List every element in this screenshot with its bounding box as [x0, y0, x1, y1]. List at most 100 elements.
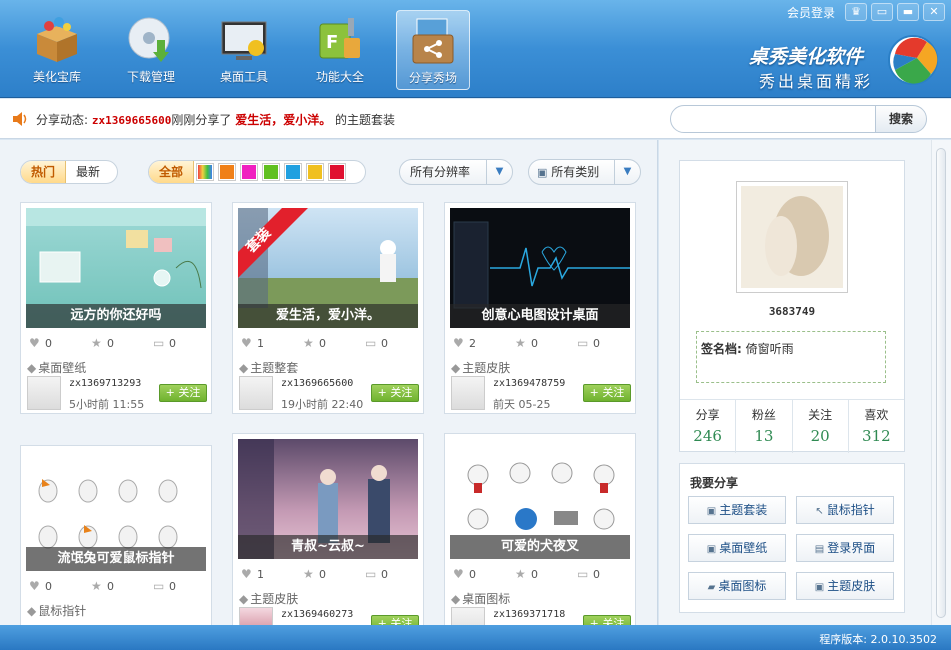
share-card[interactable]: 可爱的犬夜叉 ♥ 0 ★ 0 ▭ 0 ◆ 桌面图标 zx1369371718 + 关注	[444, 433, 636, 625]
star-stat[interactable]: ★ 0	[515, 568, 538, 581]
share-login-screen-button[interactable]: ▤ 登录界面	[796, 534, 894, 562]
comment-icon: ▭	[577, 567, 589, 581]
sort-hot-tab[interactable]: 热门	[21, 161, 67, 183]
search-button[interactable]: 搜索	[875, 105, 927, 133]
follow-button[interactable]: + 关注	[371, 384, 419, 402]
card-username[interactable]: zx1369478759	[493, 378, 565, 389]
card-thumbnail[interactable]: 创意心电图设计桌面	[450, 208, 630, 328]
skin-icon[interactable]: ♛	[845, 3, 867, 21]
card-thumbnail[interactable]: 青叔~云叔~	[238, 439, 418, 559]
feedback-icon[interactable]: ▭	[871, 3, 893, 21]
nav-share-show[interactable]: 分享秀场	[396, 10, 470, 90]
stat-likes[interactable]: 喜欢 312	[849, 400, 904, 453]
search-input[interactable]	[670, 105, 876, 133]
nav-label: 分享秀场	[408, 71, 457, 85]
close-icon[interactable]: ✕	[923, 3, 945, 21]
color-swatch-yellow[interactable]	[306, 163, 325, 181]
nav-treasure[interactable]: 美化宝库	[20, 10, 94, 90]
like-stat[interactable]: ♥ 0	[29, 337, 52, 350]
color-all-tab[interactable]: 全部	[149, 161, 195, 183]
avatar[interactable]	[451, 376, 485, 410]
star-stat[interactable]: ★ 0	[303, 568, 326, 581]
card-username[interactable]: zx1369713293	[69, 378, 141, 389]
share-card[interactable]: 流氓兔可爱鼠标指针 ♥ 0 ★ 0 ▭ 0 ◆ 鼠标指针	[20, 445, 212, 625]
card-thumbnail[interactable]: 套装 爱生活，爱小洋。	[238, 208, 418, 328]
comment-stat[interactable]: ▭ 0	[365, 568, 388, 581]
follow-button[interactable]: + 关注	[583, 384, 631, 402]
stat-value: 20	[810, 427, 830, 445]
comment-stat[interactable]: ▭ 0	[153, 580, 176, 593]
color-swatch-pink[interactable]	[240, 163, 259, 181]
share-desktop-icons-button[interactable]: ▰ 桌面图标	[688, 572, 786, 600]
stat-fans[interactable]: 粉丝 13	[736, 400, 793, 453]
minimize-icon[interactable]: ▬	[897, 3, 919, 21]
profile-avatar[interactable]	[736, 181, 848, 293]
color-swatch-green[interactable]	[262, 163, 281, 181]
sort-new-tab[interactable]: 最新	[66, 161, 110, 183]
share-wallpaper-button[interactable]: ▣ 桌面壁纸	[688, 534, 786, 562]
color-swatch-red[interactable]	[328, 163, 347, 181]
card-caption: 流氓兔可爱鼠标指针	[26, 547, 206, 571]
color-swatch-multi[interactable]	[196, 163, 215, 181]
chevron-down-icon: ▼	[614, 160, 640, 184]
avatar[interactable]	[239, 607, 273, 625]
nav-features[interactable]: F 功能大全	[303, 10, 377, 90]
comment-stat[interactable]: ▭ 0	[577, 568, 600, 581]
avatar[interactable]	[451, 607, 485, 625]
like-stat[interactable]: ♥ 1	[241, 568, 264, 581]
avatar[interactable]	[27, 376, 61, 410]
share-skin-button[interactable]: ▣ 主题皮肤	[796, 572, 894, 600]
like-stat[interactable]: ♥ 1	[241, 337, 264, 350]
card-username[interactable]: zx1369460273	[281, 609, 353, 620]
scrollbar-thumb[interactable]	[936, 148, 946, 618]
nav-desktop-tools[interactable]: 桌面工具	[207, 10, 281, 90]
comment-stat[interactable]: ▭ 0	[365, 337, 388, 350]
like-count: 0	[45, 337, 52, 350]
comment-stat[interactable]: ▭ 0	[153, 337, 176, 350]
user-sidebar: 3683749 签名档: 倚窗听雨 分享 246 粉丝 13 关注 20 喜欢 312 …	[659, 140, 931, 625]
share-card[interactable]: 套装 爱生活，爱小洋。 ♥ 1 ★ 0 ▭ 0 ◆ 主题整套 zx1369665600 …	[232, 202, 424, 414]
follow-button[interactable]: + 关注	[159, 384, 207, 402]
stat-shares[interactable]: 分享 246	[680, 400, 737, 453]
star-stat[interactable]: ★ 0	[91, 337, 114, 350]
star-stat[interactable]: ★ 0	[515, 337, 538, 350]
share-theme-link[interactable]: 爱生活，爱小洋。	[235, 113, 331, 127]
scrollbar[interactable]	[931, 140, 951, 625]
share-cursor-button[interactable]: ↖ 鼠标指针	[796, 496, 894, 524]
nav-download[interactable]: 下载管理	[114, 10, 188, 90]
like-stat[interactable]: ♥ 0	[29, 580, 52, 593]
star-icon: ★	[303, 567, 314, 581]
comment-stat[interactable]: ▭ 0	[577, 337, 600, 350]
share-card[interactable]: 青叔~云叔~ ♥ 1 ★ 0 ▭ 0 ◆ 主题皮肤 zx1369460273 + 关注	[232, 433, 424, 625]
like-stat[interactable]: ♥ 2	[453, 337, 476, 350]
avatar[interactable]	[239, 376, 273, 410]
color-swatch-orange[interactable]	[218, 163, 237, 181]
wallpaper-icon: ▣	[706, 544, 717, 555]
star-stat[interactable]: ★ 0	[303, 337, 326, 350]
share-user-link[interactable]: zx1369665600	[92, 114, 171, 127]
card-thumbnail[interactable]: 远方的你还好吗	[26, 208, 206, 328]
status-bar: 程序版本: 2.0.10.3502	[0, 625, 951, 650]
signature-text: 倚窗听雨	[745, 342, 794, 356]
card-username[interactable]: zx1369371718	[493, 609, 565, 620]
share-card[interactable]: 远方的你还好吗 ♥ 0 ★ 0 ▭ 0 ◆ 桌面壁纸 zx1369713293 5小时前…	[20, 202, 212, 414]
color-swatch-blue[interactable]	[284, 163, 303, 181]
member-login-link[interactable]: 会员登录	[787, 4, 835, 21]
stat-value: 13	[754, 427, 774, 445]
like-stat[interactable]: ♥ 0	[453, 568, 476, 581]
follow-label: 关注	[602, 386, 625, 399]
card-thumbnail[interactable]: 可爱的犬夜叉	[450, 439, 630, 559]
share-theme-suite-button[interactable]: ▣ 主题套装	[688, 496, 786, 524]
resolution-value: 所有分辨率	[410, 165, 471, 179]
card-username[interactable]: zx1369665600	[281, 378, 353, 389]
follow-button[interactable]: + 关注	[371, 615, 419, 625]
category-dropdown[interactable]: ▣ 所有类别 ▼	[528, 159, 641, 185]
share-card[interactable]: 创意心电图设计桌面 ♥ 2 ★ 0 ▭ 0 ◆ 主题皮肤 zx1369478759 前天…	[444, 202, 636, 414]
follow-button[interactable]: + 关注	[583, 615, 631, 625]
resolution-dropdown[interactable]: 所有分辨率 ▼	[399, 159, 513, 185]
card-thumbnail[interactable]: 流氓兔可爱鼠标指针	[26, 451, 206, 571]
star-stat[interactable]: ★ 0	[91, 580, 114, 593]
color-filter: 全部	[148, 160, 366, 184]
stat-following[interactable]: 关注 20	[793, 400, 849, 453]
star-count: 0	[531, 337, 538, 350]
